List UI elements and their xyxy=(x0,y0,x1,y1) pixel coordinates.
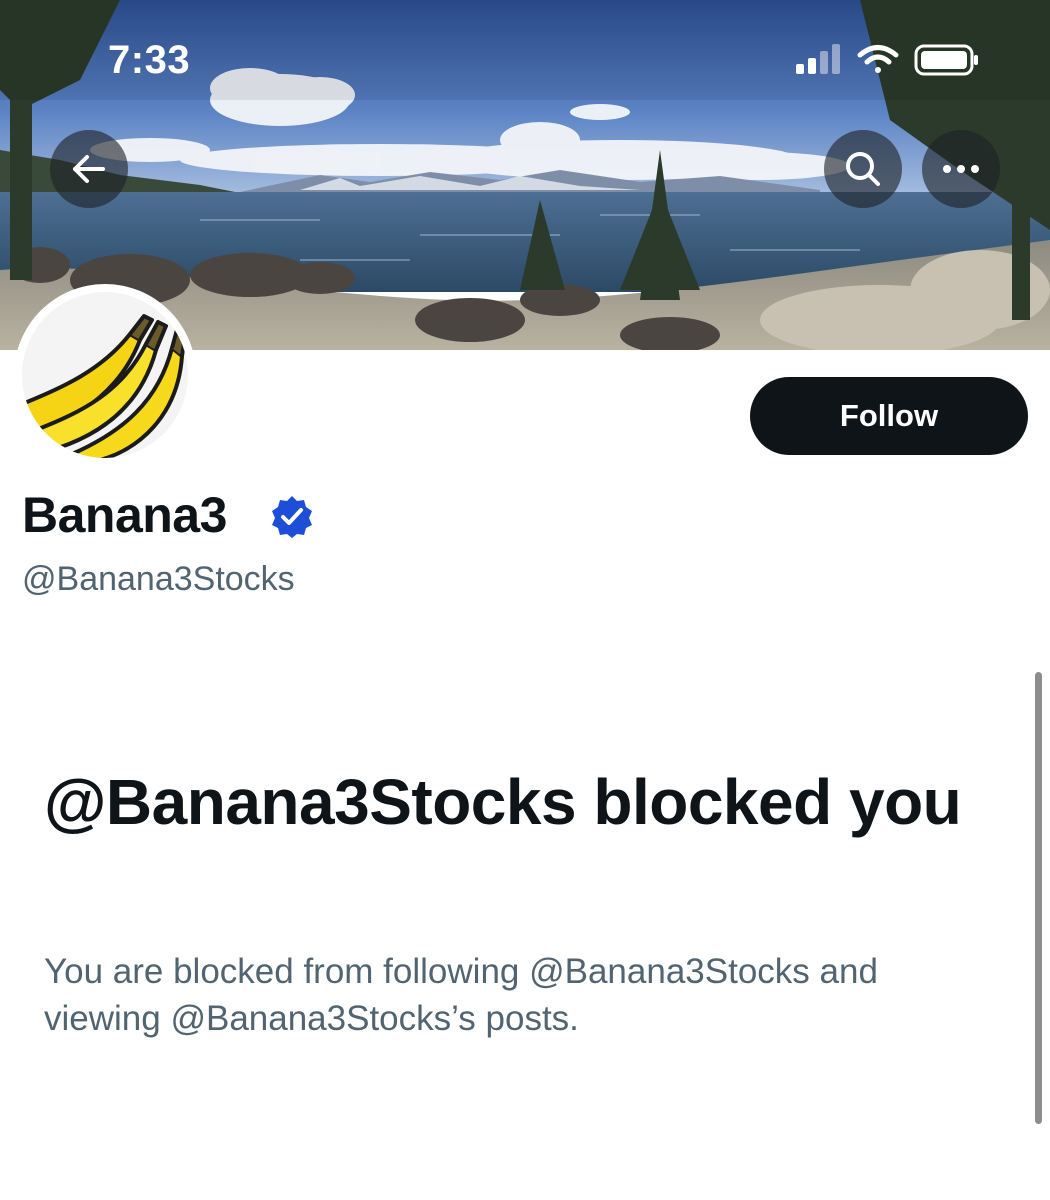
wifi-icon xyxy=(857,45,899,73)
back-button[interactable] xyxy=(50,130,128,208)
cellular-signal-icon xyxy=(796,44,840,74)
scrollbar[interactable] xyxy=(1035,672,1042,1124)
more-dots-icon xyxy=(943,165,979,173)
banana-avatar-image xyxy=(22,292,188,458)
avatar[interactable] xyxy=(14,284,196,466)
status-time: 7:33 xyxy=(108,38,191,82)
follow-button[interactable]: Follow xyxy=(750,377,1028,455)
battery-icon xyxy=(914,44,978,76)
profile-handle: @Banana3Stocks xyxy=(22,560,295,598)
more-options-button[interactable] xyxy=(922,130,1000,208)
blocked-notice-description: You are blocked from following @Banana3S… xyxy=(44,952,878,1038)
profile-display-name: Banana3 xyxy=(22,487,227,543)
search-button[interactable] xyxy=(824,130,902,208)
status-icons xyxy=(792,42,980,83)
search-icon xyxy=(846,152,880,186)
blocked-notice-title: @Banana3Stocks blocked you xyxy=(44,766,962,838)
arrow-left-icon xyxy=(73,155,105,183)
verified-badge-icon[interactable] xyxy=(270,494,314,543)
